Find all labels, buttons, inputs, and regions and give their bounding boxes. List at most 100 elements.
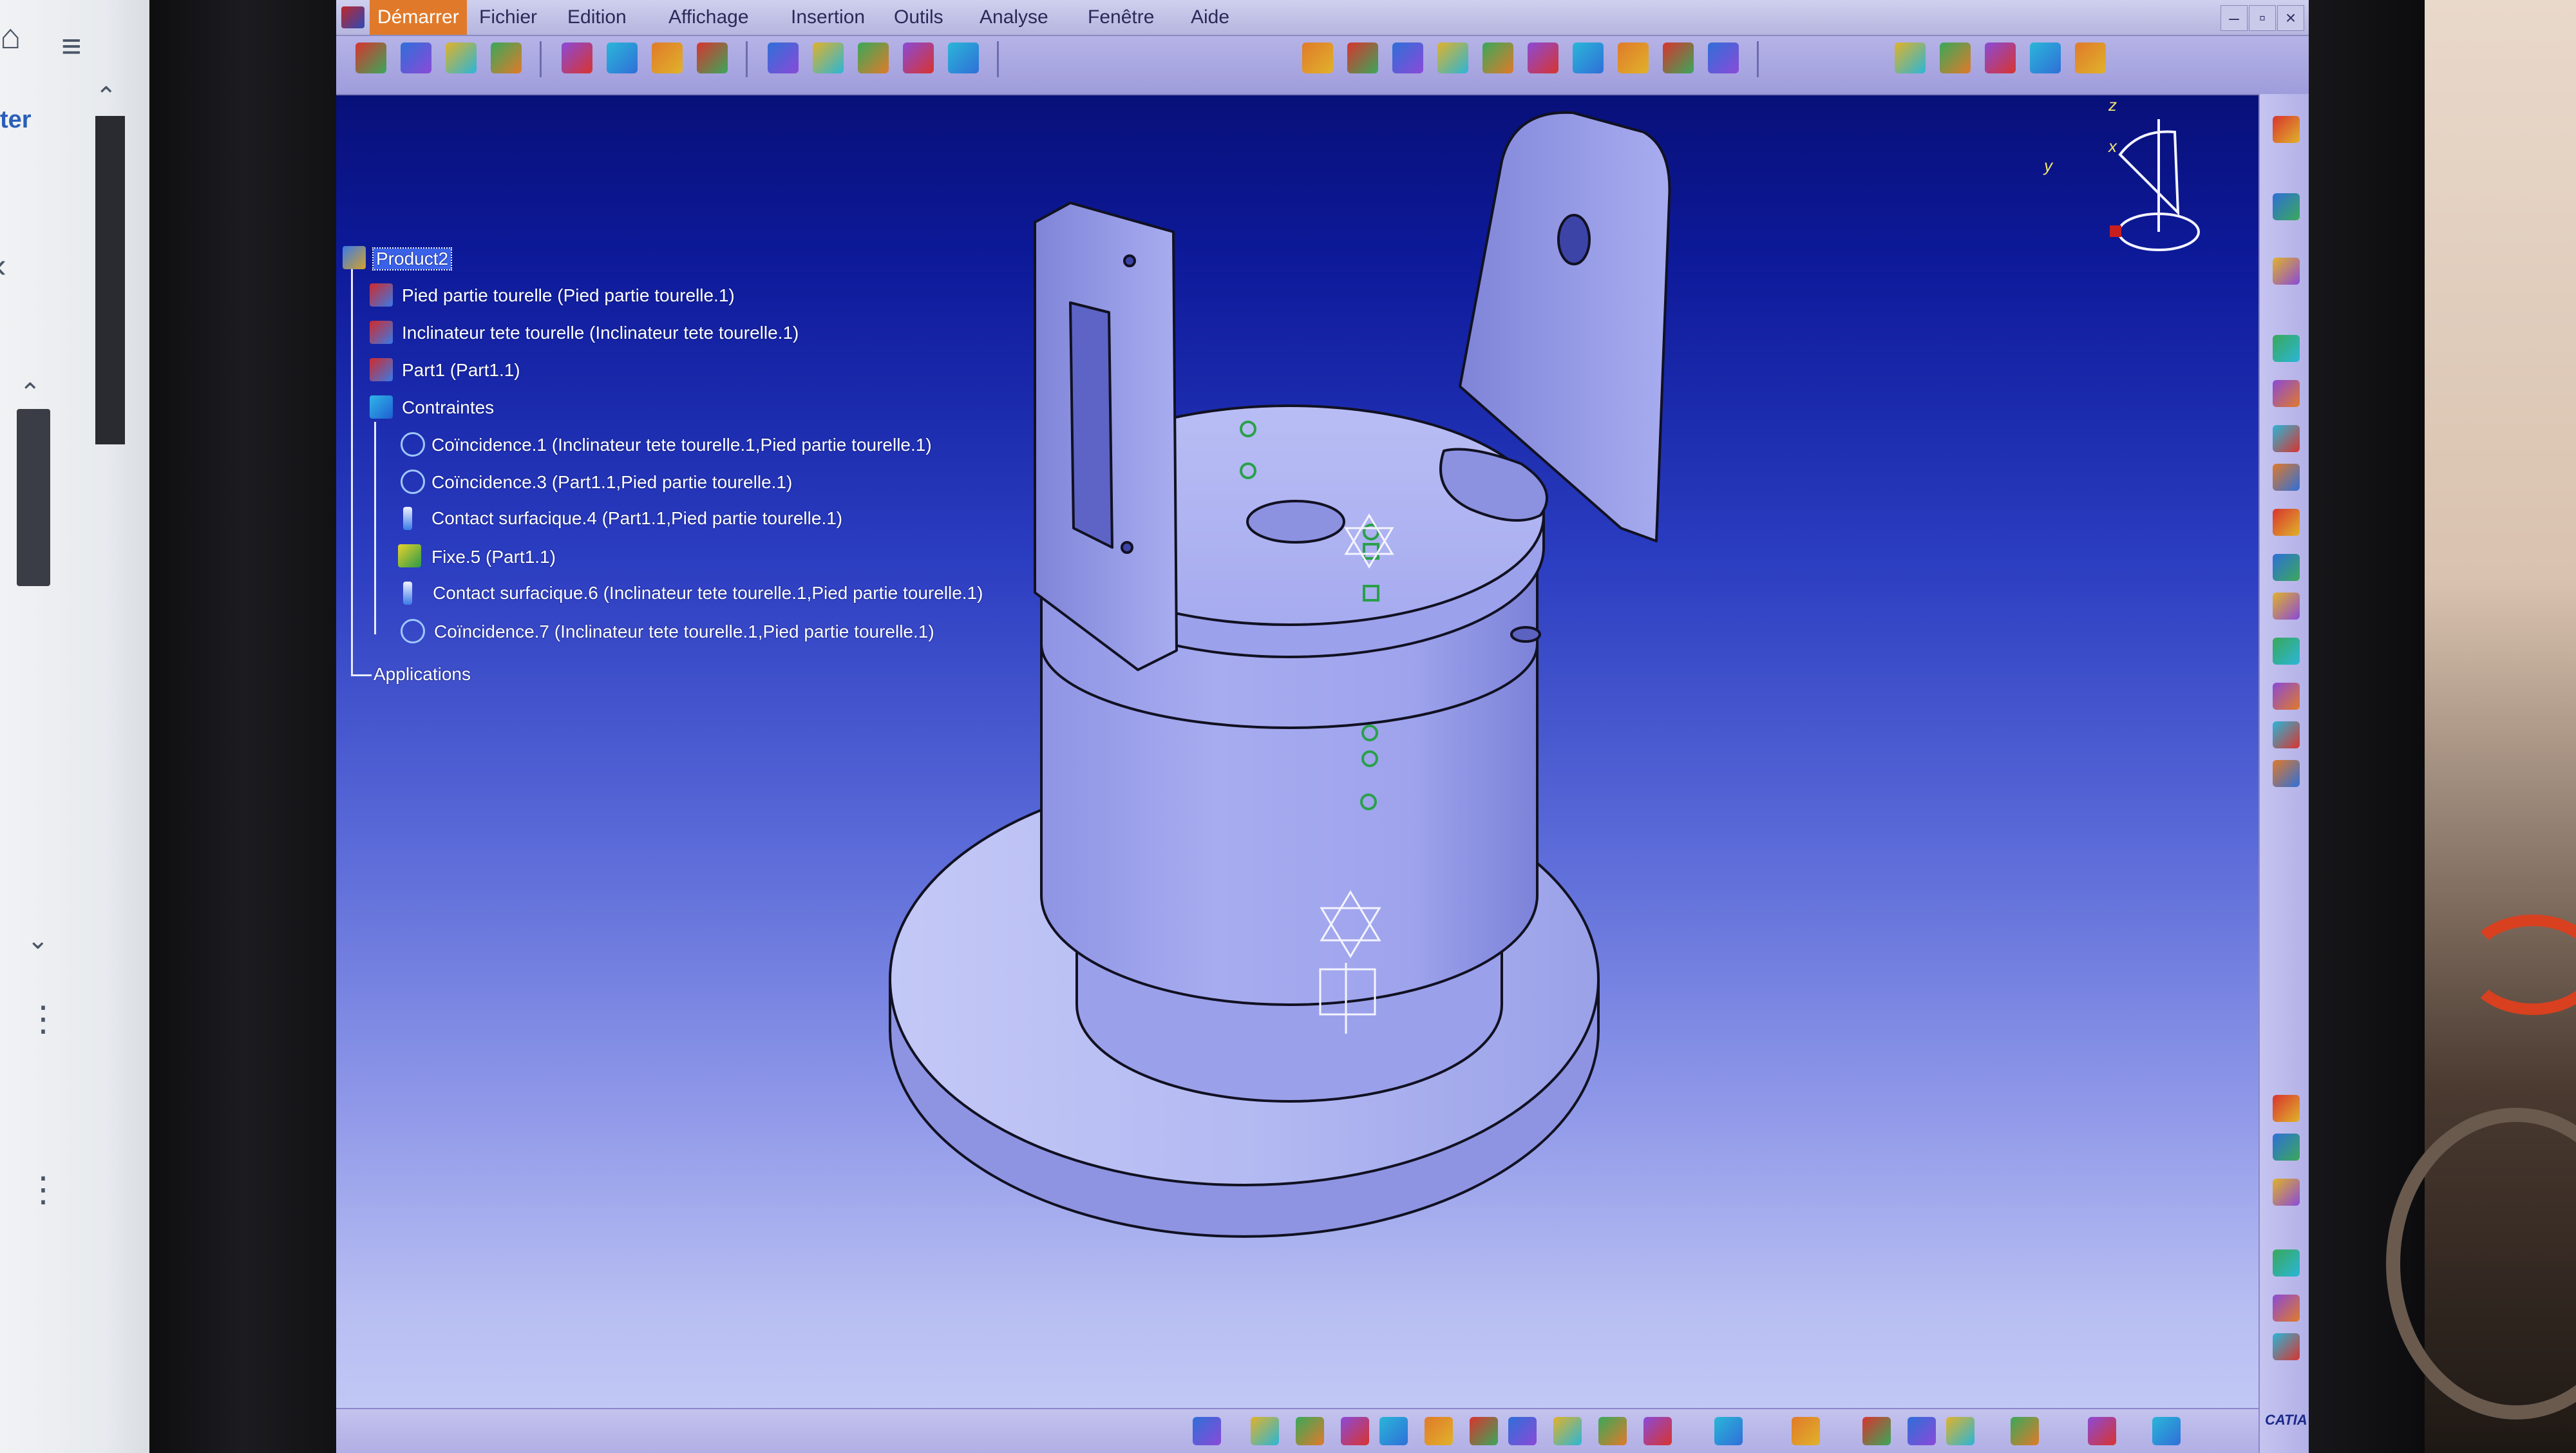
view-tool-icon[interactable]: [1714, 1417, 1743, 1445]
workbench-tool-icon[interactable]: [2273, 380, 2300, 407]
browser-scrollbar[interactable]: [17, 409, 50, 586]
view-tool-icon[interactable]: [1508, 1417, 1537, 1445]
workbench-tool-icon[interactable]: [2273, 721, 2300, 748]
chevron-up-icon[interactable]: ⌃: [95, 84, 117, 109]
anchor-fix-icon[interactable]: [398, 544, 421, 567]
turret-assembly-model[interactable]: [889, 111, 1671, 1238]
view-tool-icon[interactable]: [1553, 1417, 1582, 1445]
clash-icon[interactable]: [813, 43, 844, 73]
contact-constraint-icon[interactable]: [1347, 43, 1378, 73]
tree-node-coincidence-1[interactable]: Coïncidence.1 (Inclinateur tete tourelle…: [431, 435, 932, 455]
workbench-tool-icon[interactable]: [2273, 1095, 2300, 1122]
generate-numbering-icon[interactable]: [607, 43, 638, 73]
view-tool-icon[interactable]: [1598, 1417, 1627, 1445]
coincidence-constraint-icon[interactable]: [401, 619, 425, 643]
contact-constraint-icon[interactable]: [403, 507, 412, 530]
part-icon[interactable]: [370, 358, 393, 381]
more-vert-icon[interactable]: ⋮: [26, 1172, 61, 1207]
tree-node-pied-partie-tourelle[interactable]: Pied partie tourelle (Pied partie tourel…: [402, 285, 735, 306]
workbench-tool-icon[interactable]: [2273, 258, 2300, 285]
workbench-tool-icon[interactable]: [2273, 593, 2300, 620]
workbench-tool-icon[interactable]: [2273, 335, 2300, 362]
workbench-tool-icon[interactable]: [2273, 509, 2300, 536]
reuse-pattern-icon[interactable]: [1708, 43, 1739, 73]
workbench-tool-icon[interactable]: [2273, 116, 2300, 143]
compass-widget[interactable]: [2110, 119, 2200, 251]
fix-together-icon[interactable]: [1528, 43, 1558, 73]
existing-component-icon[interactable]: [446, 43, 477, 73]
view-tool-icon[interactable]: [1341, 1417, 1369, 1445]
workbench-tool-icon[interactable]: [2273, 1333, 2300, 1360]
coincidence-constraint-icon[interactable]: [1302, 43, 1333, 73]
select-icon[interactable]: [652, 43, 683, 73]
quick-constraint-icon[interactable]: [1573, 43, 1604, 73]
tree-node-coincidence-7[interactable]: Coïncidence.7 (Inclinateur tete tourelle…: [434, 622, 934, 642]
chevron-up-icon[interactable]: ⌃: [19, 380, 41, 406]
tree-node-contact-surfacique-6[interactable]: Contact surfacique.6 (Inclinateur tete t…: [433, 583, 983, 603]
publish-icon[interactable]: [2075, 43, 2106, 73]
contact-constraint-icon[interactable]: [403, 582, 412, 605]
workbench-tool-icon[interactable]: [2273, 464, 2300, 491]
explode-icon[interactable]: [903, 43, 934, 73]
fly-mode-icon[interactable]: [2030, 43, 2061, 73]
hamburger-menu-icon[interactable]: ≡: [61, 29, 82, 64]
graph-tree-icon[interactable]: [562, 43, 592, 73]
coincidence-constraint-icon[interactable]: [401, 470, 425, 494]
chevron-down-icon[interactable]: ⌄: [27, 927, 49, 953]
workbench-tool-icon[interactable]: [2273, 1295, 2300, 1322]
view-tool-icon[interactable]: [1296, 1417, 1324, 1445]
workbench-tool-icon[interactable]: [2273, 638, 2300, 665]
tree-node-coincidence-3[interactable]: Coïncidence.3 (Part1.1,Pied partie toure…: [431, 472, 792, 493]
view-tool-icon[interactable]: [1946, 1417, 1975, 1445]
view-tool-icon[interactable]: [1908, 1417, 1936, 1445]
tree-node-fixe-5[interactable]: Fixe.5 (Part1.1): [431, 547, 556, 567]
bill-of-material-icon[interactable]: [697, 43, 728, 73]
workbench-tool-icon[interactable]: [2273, 1249, 2300, 1277]
view-tool-icon[interactable]: [1193, 1417, 1221, 1445]
new-component-icon[interactable]: [401, 43, 431, 73]
change-constraint-icon[interactable]: [1663, 43, 1694, 73]
workbench-tool-icon[interactable]: [2273, 1134, 2300, 1161]
tree-node-inclinateur-tete-tourelle[interactable]: Inclinateur tete tourelle (Inclinateur t…: [402, 323, 799, 343]
tree-node-part1[interactable]: Part1 (Part1.1): [402, 360, 520, 381]
replace-component-icon[interactable]: [491, 43, 522, 73]
flexible-rigid-icon[interactable]: [1618, 43, 1649, 73]
new-product-icon[interactable]: [355, 43, 386, 73]
view-tool-icon[interactable]: [1643, 1417, 1672, 1445]
update-icon[interactable]: [1895, 43, 1926, 73]
tree-root-product2[interactable]: Product2: [372, 247, 453, 271]
view-tool-icon[interactable]: [1379, 1417, 1408, 1445]
home-icon[interactable]: ⌂: [0, 19, 21, 54]
stop-manipulate-icon[interactable]: [948, 43, 979, 73]
workbench-tool-icon[interactable]: [2273, 554, 2300, 581]
view-tool-icon[interactable]: [1425, 1417, 1453, 1445]
view-tool-icon[interactable]: [2088, 1417, 2116, 1445]
coincidence-constraint-icon[interactable]: [401, 432, 425, 457]
view-tool-icon[interactable]: [1470, 1417, 1498, 1445]
select-arrow-icon[interactable]: [2273, 193, 2300, 220]
angle-constraint-icon[interactable]: [1437, 43, 1468, 73]
view-tool-icon[interactable]: [1862, 1417, 1891, 1445]
view-tool-icon[interactable]: [1251, 1417, 1279, 1445]
view-tool-icon[interactable]: [2011, 1417, 2039, 1445]
part-icon[interactable]: [370, 283, 393, 307]
tree-node-contraintes[interactable]: Contraintes: [402, 397, 494, 418]
tree-node-contact-surfacique-4[interactable]: Contact surfacique.4 (Part1.1,Pied parti…: [431, 508, 842, 529]
view-tool-icon[interactable]: [1792, 1417, 1820, 1445]
part-icon[interactable]: [370, 321, 393, 344]
workbench-tool-icon[interactable]: [2273, 683, 2300, 710]
sectioning-icon[interactable]: [768, 43, 799, 73]
snap-icon[interactable]: [858, 43, 889, 73]
offset-constraint-icon[interactable]: [1392, 43, 1423, 73]
product-icon[interactable]: [343, 246, 366, 269]
view-tool-icon[interactable]: [2152, 1417, 2181, 1445]
workbench-tool-icon[interactable]: [2273, 1179, 2300, 1206]
fix-icon[interactable]: [1482, 43, 1513, 73]
more-vert-icon[interactable]: ⋮: [26, 1002, 61, 1036]
3d-viewport[interactable]: [336, 0, 2309, 1453]
chevron-left-icon[interactable]: ‹: [0, 248, 6, 283]
catalog-icon[interactable]: [1985, 43, 2016, 73]
tree-node-applications[interactable]: Applications: [374, 664, 471, 685]
measure-icon[interactable]: [1940, 43, 1971, 73]
workbench-tool-icon[interactable]: [2273, 760, 2300, 787]
